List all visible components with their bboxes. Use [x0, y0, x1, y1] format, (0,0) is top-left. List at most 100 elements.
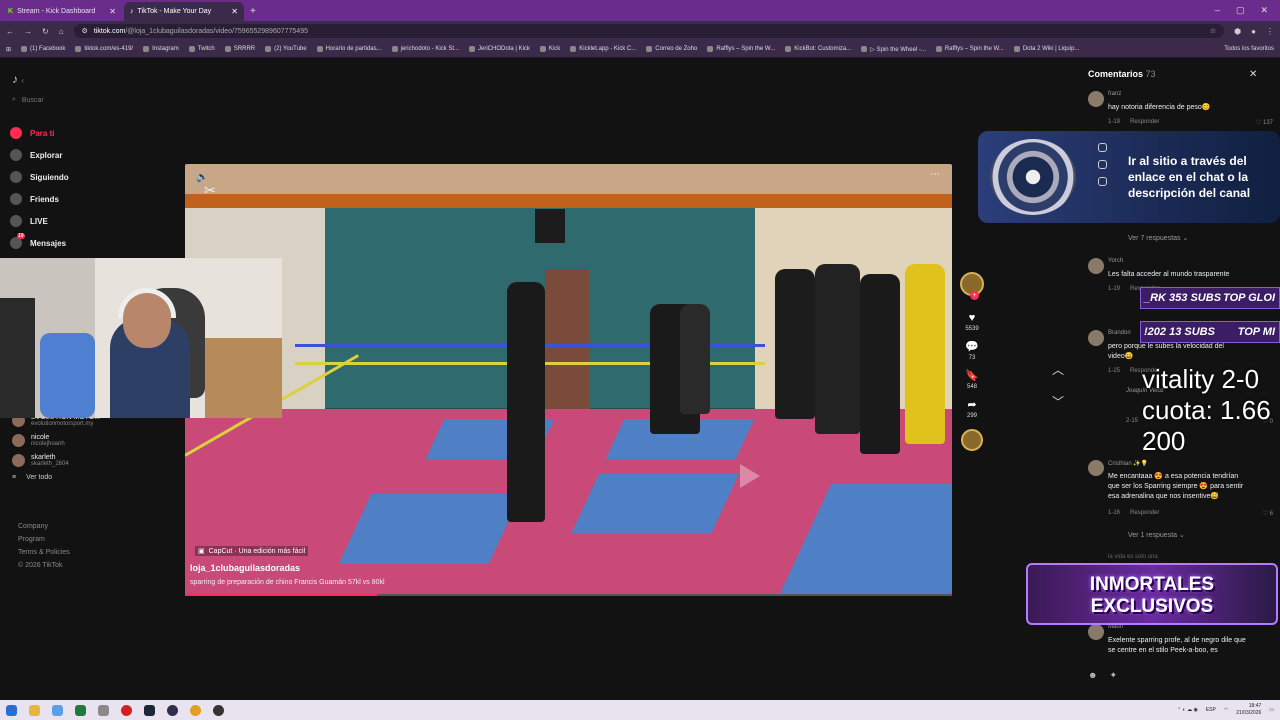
- following-item[interactable]: nicole nicolejhoanh: [12, 434, 100, 447]
- avatar[interactable]: [1088, 258, 1104, 274]
- see-all-link[interactable]: ≡ Ver todo: [12, 474, 100, 481]
- follow-plus-icon[interactable]: +: [970, 291, 979, 300]
- reply-button[interactable]: Responder: [1130, 119, 1159, 125]
- app-icon[interactable]: [98, 704, 109, 716]
- bookmark-star-icon[interactable]: ☆: [1210, 27, 1224, 35]
- like-button[interactable]: ♥ 5539: [965, 312, 978, 332]
- bookmark-item[interactable]: (2) YouTube: [265, 46, 307, 52]
- sidebar-item-friends[interactable]: Friends: [10, 188, 69, 210]
- close-window-icon[interactable]: ✕: [1260, 5, 1268, 16]
- back-icon[interactable]: ←: [6, 27, 14, 36]
- opera-icon[interactable]: [121, 704, 132, 716]
- close-tab-icon[interactable]: ✕: [231, 7, 238, 16]
- bookmark-item[interactable]: Twitch: [188, 46, 215, 52]
- footer-link-program[interactable]: Program: [18, 533, 70, 546]
- comment-user[interactable]: la vida es solo una: [1108, 554, 1158, 560]
- tray-icons[interactable]: ⌃ ◐ ☁ ◉: [1177, 707, 1198, 713]
- tab-kick-dashboard[interactable]: K Stream - Kick Dashboard ✕: [2, 2, 122, 21]
- bookmark-label: Kick: [548, 46, 561, 52]
- footer-link-company[interactable]: Company: [18, 520, 70, 533]
- close-tab-icon[interactable]: ✕: [109, 7, 116, 16]
- creator-avatar[interactable]: +: [960, 272, 984, 300]
- comment-like[interactable]: ♡ 137: [1256, 119, 1273, 126]
- minimize-icon[interactable]: –: [1215, 5, 1220, 16]
- bookmark-item[interactable]: Dota 2 Wiki | Liquip...: [1013, 46, 1079, 52]
- avatar[interactable]: [1088, 330, 1104, 346]
- apps-icon[interactable]: ⊞: [6, 46, 11, 53]
- bookmark-item[interactable]: jerichodoto - Kick St...: [391, 46, 459, 52]
- video-actions: + ♥ 5539 💬 73 🔖 548 ➦ 299: [960, 272, 984, 451]
- bookmark-item[interactable]: KickBot: Customiza...: [785, 46, 851, 52]
- site-info-icon[interactable]: ⚙: [82, 27, 88, 35]
- home-icon[interactable]: ⌂: [59, 27, 64, 36]
- all-bookmarks-link[interactable]: Todos los favoritos: [1224, 46, 1274, 52]
- maximize-icon[interactable]: ▢: [1236, 5, 1245, 16]
- chevron-up-icon[interactable]: ︿: [1052, 354, 1064, 386]
- excel-icon[interactable]: [75, 704, 86, 716]
- comment-user[interactable]: Brandon: [1108, 330, 1131, 336]
- view-replies-button[interactable]: Ver 1 respuesta ⌄: [1128, 531, 1185, 539]
- sidebar-item-para-ti[interactable]: Para ti: [10, 122, 69, 144]
- obs-icon[interactable]: [167, 704, 178, 716]
- video-progress-bar[interactable]: [185, 594, 952, 596]
- bookmark-item[interactable]: ▷ Spin the Wheel -...: [861, 46, 926, 53]
- language-indicator[interactable]: ESP: [1206, 707, 1216, 713]
- bookmark-item[interactable]: tiktok.com/es-419/: [75, 46, 133, 52]
- clock[interactable]: 18:47 21/03/2026: [1236, 703, 1261, 717]
- more-options-icon[interactable]: ⋯: [930, 169, 940, 180]
- menu-icon[interactable]: ⋮: [1266, 27, 1274, 36]
- capcut-tag[interactable]: ▣ CapCut · Una edición más fácil: [195, 546, 309, 556]
- save-button[interactable]: 🔖 548: [965, 369, 979, 390]
- bookmark-item[interactable]: Instagram: [143, 46, 179, 52]
- video-player[interactable]: [185, 164, 952, 596]
- tab-tiktok[interactable]: ♪ TikTok - Make Your Day ✕: [124, 2, 244, 21]
- share-button[interactable]: ➦ 299: [967, 398, 977, 419]
- reply-button[interactable]: Responder: [1130, 510, 1159, 516]
- view-replies-button[interactable]: Ver 7 respuestas ⌄: [1128, 234, 1188, 242]
- bookmark-item[interactable]: (1) Facebook: [21, 46, 65, 52]
- avatar[interactable]: [1088, 91, 1104, 107]
- bookmark-item[interactable]: Rafflys – Spin the W...: [935, 46, 1004, 52]
- music-disc-icon[interactable]: [961, 429, 983, 451]
- following-item[interactable]: skarleth skarleth_2604: [12, 454, 100, 467]
- bookmark-item[interactable]: Kick: [539, 46, 561, 52]
- search-input[interactable]: ⌕ Buscar: [12, 96, 44, 104]
- extensions-icon[interactable]: ⬢: [1234, 27, 1241, 36]
- comment-like[interactable]: ♡ 6: [1263, 510, 1273, 517]
- app-icon[interactable]: [213, 704, 224, 716]
- comment-button[interactable]: 💬 73: [965, 340, 979, 361]
- tiktok-logo-icon[interactable]: ♪ ‹: [12, 72, 24, 86]
- bookmark-item[interactable]: SRRRR: [224, 46, 255, 52]
- url-field[interactable]: ⚙ tiktok.com/@loja_1clubaguilasdoradas/v…: [73, 24, 1225, 38]
- wifi-icon[interactable]: ◠: [1224, 707, 1228, 713]
- video-username[interactable]: loja_1clubaguilasdoradas: [190, 563, 300, 573]
- app-icon[interactable]: [52, 704, 63, 716]
- chevron-down-icon[interactable]: ﹀: [1052, 386, 1064, 418]
- comment-user[interactable]: Yorch: [1108, 258, 1123, 264]
- file-explorer-icon[interactable]: [29, 704, 40, 716]
- comment-user[interactable]: franz: [1108, 91, 1121, 97]
- sidebar-item-explorar[interactable]: Explorar: [10, 144, 69, 166]
- bookmark-item[interactable]: Horario de partidas...: [316, 46, 382, 52]
- notifications-icon[interactable]: ▭: [1269, 707, 1274, 713]
- sidebar-item-siguiendo[interactable]: Siguiendo: [10, 166, 69, 188]
- sidebar-item-mensajes[interactable]: 19 Mensajes: [10, 232, 69, 254]
- bookmark-item[interactable]: JeriCHODota | Kick: [469, 46, 530, 52]
- footer-link-terms[interactable]: Terms & Policies: [18, 546, 70, 559]
- sidebar-item-live[interactable]: LIVE: [10, 210, 69, 232]
- avatar[interactable]: [1088, 460, 1104, 476]
- chrome-icon[interactable]: [190, 704, 201, 716]
- reload-icon[interactable]: ↻: [42, 27, 49, 36]
- new-tab-icon[interactable]: +: [244, 6, 262, 21]
- bookmark-item[interactable]: Correo de Zoho: [646, 46, 697, 52]
- bookmark-item[interactable]: Rafflys – Spin the W...: [707, 46, 775, 52]
- profile-icon[interactable]: ●: [1251, 27, 1256, 36]
- emoji-icon[interactable]: ✦: [1109, 670, 1117, 681]
- avatar[interactable]: [1088, 624, 1104, 640]
- forward-icon[interactable]: →: [24, 27, 32, 36]
- comment-user[interactable]: Cristhian ✨💡: [1108, 460, 1148, 467]
- windows-start-icon[interactable]: [6, 704, 17, 716]
- close-icon[interactable]: ✕: [1249, 69, 1257, 80]
- bookmark-item[interactable]: Kicklet.app - Kick C...: [570, 46, 636, 52]
- steam-icon[interactable]: [144, 704, 155, 716]
